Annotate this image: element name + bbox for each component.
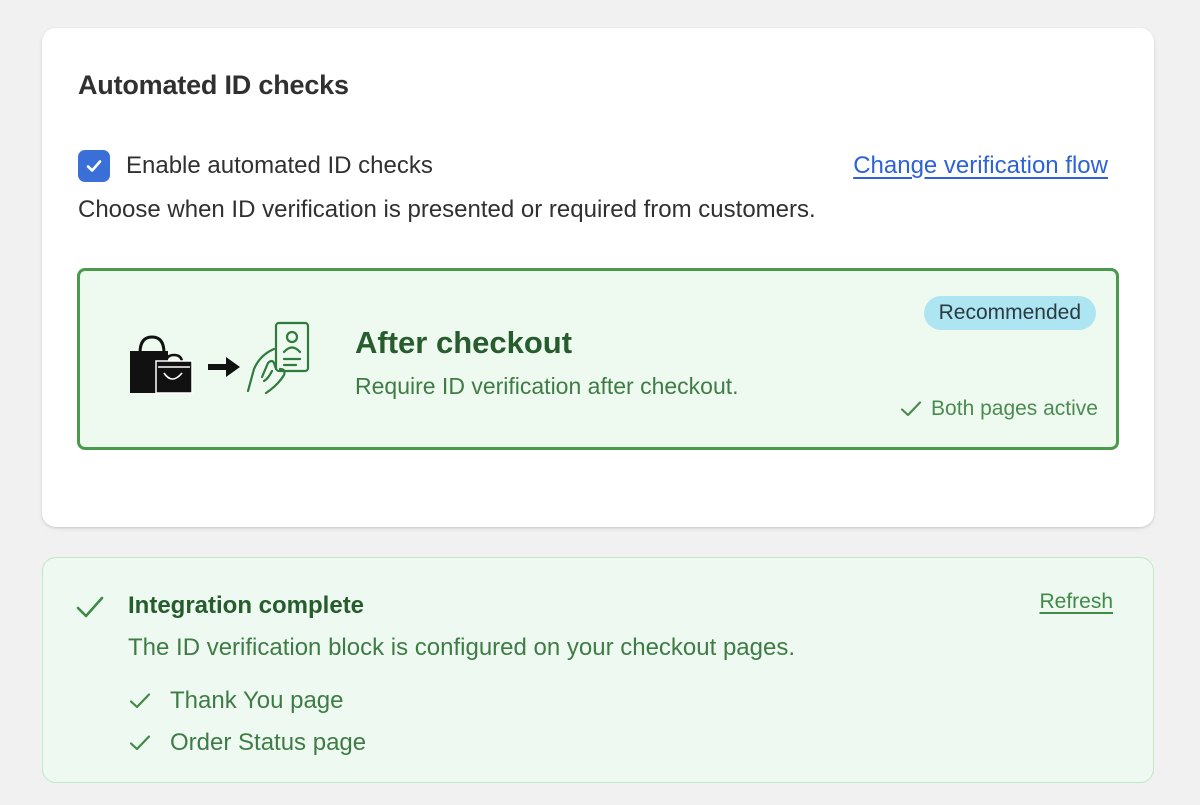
hand-holding-id-card-icon [246,321,310,395]
integration-complete-banner: Integration complete Refresh The ID veri… [42,557,1154,783]
configured-pages-list: Thank You page Order Status page [128,680,366,764]
refresh-link[interactable]: Refresh [1039,590,1113,614]
option-title: After checkout [355,325,573,360]
after-checkout-option[interactable]: After checkout Require ID verification a… [77,268,1119,450]
recommended-badge: Recommended [923,296,1096,330]
list-item: Order Status page [128,722,366,764]
list-item: Thank You page [128,680,366,722]
page-label: Thank You page [170,687,344,714]
check-icon [900,401,922,417]
enable-id-checks-checkbox[interactable] [78,150,110,182]
banner-description: The ID verification block is configured … [128,634,796,661]
card-title: Automated ID checks [78,70,349,100]
change-verification-flow-link[interactable]: Change verification flow [853,152,1108,180]
banner-title: Integration complete [128,592,365,619]
page-label: Order Status page [170,729,367,756]
automated-id-checks-card: Automated ID checks Enable automated ID … [42,28,1154,527]
success-check-icon [76,596,104,618]
pages-active-status: Both pages active [899,397,1098,421]
check-icon [128,689,152,713]
help-text: Choose when ID verification is presented… [78,196,816,223]
option-description: Require ID verification after checkout. [355,373,739,399]
pages-active-text: Both pages active [931,397,1098,420]
enable-id-checks-label[interactable]: Enable automated ID checks [126,152,433,180]
check-icon [128,731,152,755]
shopping-bags-icon [130,335,193,394]
checkmark-icon [86,160,102,172]
after-checkout-illustration [130,321,310,395]
arrow-right-icon [208,357,240,377]
